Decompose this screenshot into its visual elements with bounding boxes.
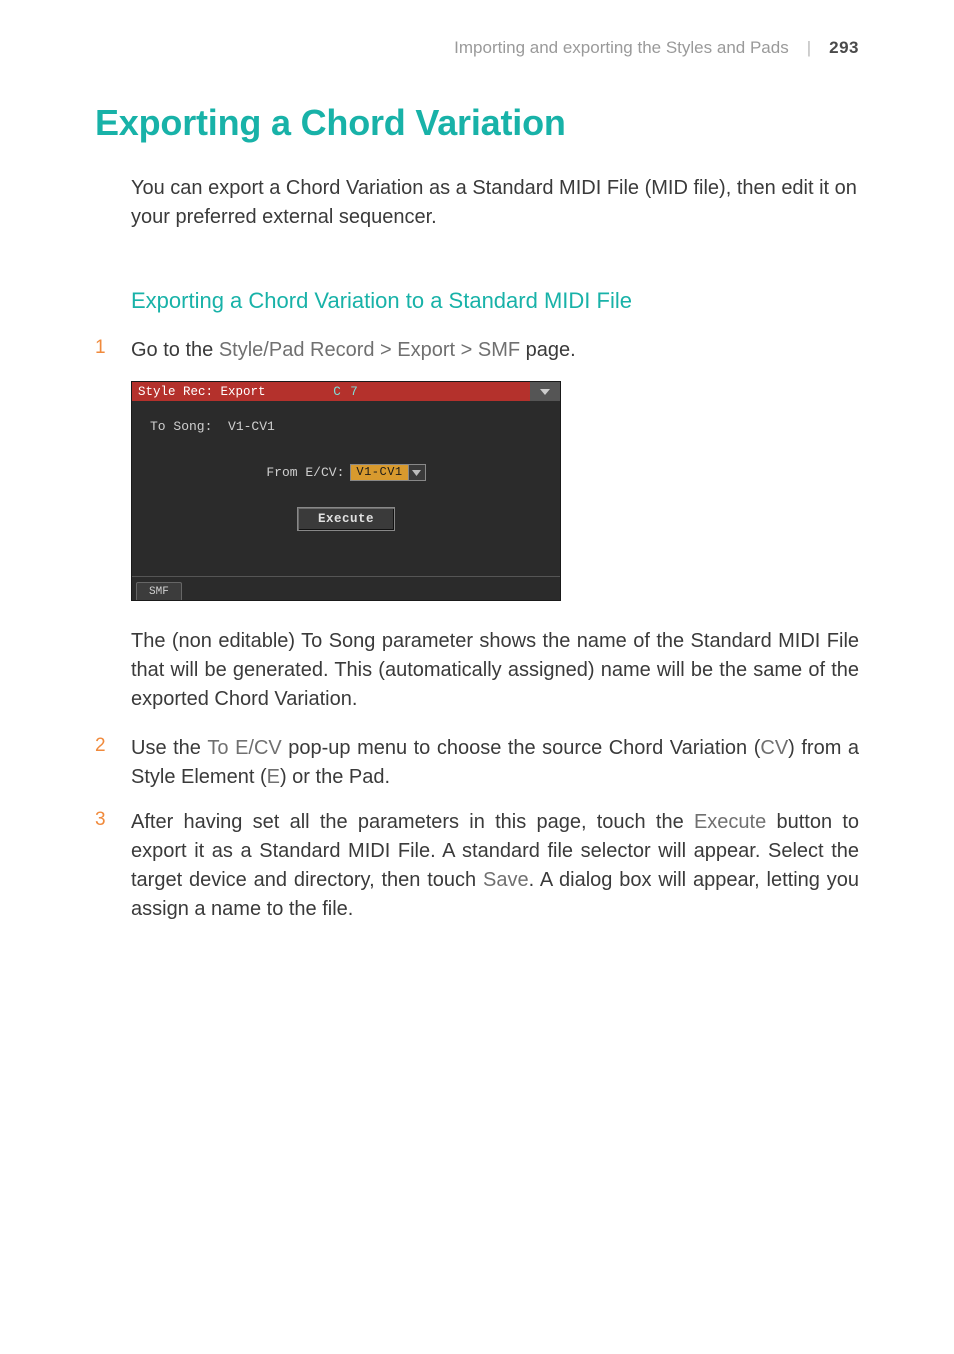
step-1-number: 1	[95, 336, 131, 365]
page-number: 293	[829, 38, 859, 58]
device-screenshot: Style Rec: Export C 7 To Song: V1-CV1 Fr…	[131, 381, 561, 601]
to-song-label: To Song:	[150, 419, 228, 434]
step-2-a: Use the	[131, 737, 207, 759]
page-header: Importing and exporting the Styles and P…	[95, 38, 859, 58]
after-device-b: To Song	[301, 630, 375, 652]
step-1-text-pre: Go to the	[131, 339, 219, 361]
menu-icon[interactable]	[530, 382, 560, 401]
step-2-body: Use the To E/CV pop-up menu to choose th…	[131, 734, 859, 792]
step-3-b: Execute	[694, 811, 766, 833]
header-divider: |	[807, 38, 811, 58]
tab-smf[interactable]: SMF	[136, 582, 182, 600]
from-ecv-row: From E/CV: V1-CV1	[150, 464, 542, 481]
after-device-paragraph: The (non editable) To Song parameter sho…	[131, 627, 859, 714]
device-title-center: C 7	[333, 385, 359, 399]
step-3-body: After having set all the parameters in t…	[131, 808, 859, 924]
step-1-text-post: page.	[520, 339, 576, 361]
chevron-down-icon[interactable]	[408, 465, 425, 480]
section-heading: Exporting a Chord Variation to a Standar…	[131, 288, 859, 314]
step-2: 2 Use the To E/CV pop-up menu to choose …	[95, 734, 859, 792]
step-1: 1 Go to the Style/Pad Record > Export > …	[95, 336, 859, 365]
device-titlebar: Style Rec: Export C 7	[132, 382, 560, 401]
step-2-b: To E/CV	[207, 737, 281, 759]
step-2-f: E	[267, 766, 280, 788]
device-tabbar: SMF	[132, 576, 560, 600]
step-3-d: Save	[483, 869, 529, 891]
intro-paragraph: You can export a Chord Variation as a St…	[131, 174, 859, 232]
step-3-a: After having set all the parameters in t…	[131, 811, 694, 833]
step-3-number: 3	[95, 808, 131, 924]
step-2-number: 2	[95, 734, 131, 792]
step-1-body: Go to the Style/Pad Record > Export > SM…	[131, 336, 576, 365]
to-song-value: V1-CV1	[228, 419, 275, 434]
step-2-c: pop-up menu to choose the source Chord V…	[282, 737, 761, 759]
step-3: 3 After having set all the parameters in…	[95, 808, 859, 924]
from-ecv-label: From E/CV:	[266, 465, 344, 480]
header-section-title: Importing and exporting the Styles and P…	[454, 38, 789, 58]
from-ecv-value: V1-CV1	[351, 465, 407, 480]
from-ecv-select[interactable]: V1-CV1	[350, 464, 425, 481]
step-2-g: ) or the Pad.	[280, 766, 390, 788]
to-song-row: To Song: V1-CV1	[150, 419, 542, 434]
step-1-path: Style/Pad Record > Export > SMF	[219, 339, 520, 361]
step-2-d: CV	[760, 737, 788, 759]
device-title-left: Style Rec: Export	[138, 385, 266, 399]
execute-button[interactable]: Execute	[297, 507, 395, 531]
after-device-a: The (non editable)	[131, 630, 301, 652]
page-title: Exporting a Chord Variation	[95, 102, 859, 144]
